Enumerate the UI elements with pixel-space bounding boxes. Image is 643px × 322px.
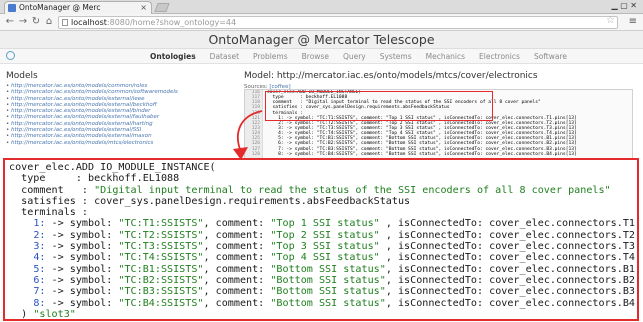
- terminal-comment: "Top 3 SSI status": [270, 241, 386, 253]
- terminal-line: 1: -> symbol: "TC:T1:SSISTS", comment: "…: [9, 218, 637, 229]
- code-header: cover_elec.ADD IO_MODULE_INSTANCE(: [9, 162, 216, 173]
- favicon-icon: [8, 4, 16, 12]
- highlight-box: [265, 91, 493, 121]
- terminal-symbol: "TC:T1:SSISTS": [118, 218, 204, 230]
- close-icon[interactable]: ×: [140, 2, 147, 14]
- code-terminals-line: terminals :: [21, 207, 89, 219]
- app-nav: Ontologies Dataset Problems Browse Query Syst…: [0, 49, 643, 64]
- footer-close: ): [21, 308, 28, 320]
- tab-software[interactable]: Software: [534, 49, 567, 64]
- terminal-connection: cover_elec.connectors.T1.pins: [489, 218, 639, 230]
- line-number-gutter: 116 117 118 119 120 121 122 123 124 125 126 127 128: [245, 90, 263, 158]
- tab-dataset[interactable]: Dataset: [210, 49, 239, 64]
- code-satisfies-line: satisfies : cover_sys.panelDesign.requir…: [21, 195, 411, 207]
- tab-mechanics[interactable]: Mechanics: [426, 49, 465, 64]
- line-number: 128: [251, 151, 260, 157]
- terminal-line: 5: -> symbol: "TC:B1:SSISTS", comment: "…: [9, 264, 637, 275]
- code-line: 8: -> symbol: "TC:B4:SSISTS", comment: "…: [267, 151, 577, 157]
- app-title: OntoManager @ Mercator Telescope: [0, 31, 643, 49]
- terminal-comment: "Bottom SSI status": [270, 297, 386, 309]
- tab-browse[interactable]: Browse: [302, 49, 329, 64]
- models-list: http://mercator.iac.es/onto/models/commo…: [6, 83, 226, 146]
- tab-problems[interactable]: Problems: [253, 49, 288, 64]
- terminal-connection: cover_elec.connectors.T4.pins: [489, 252, 639, 264]
- terminal-symbol: "TC:B1:SSISTS": [118, 263, 204, 275]
- tab-systems[interactable]: Systems: [380, 49, 412, 64]
- terminal-symbol: "TC:T2:SSISTS": [118, 229, 204, 241]
- terminal-line: 7: -> symbol: "TC:B3:SSISTS", comment: "…: [9, 286, 637, 297]
- terminal-symbol: "TC:T3:SSISTS": [118, 241, 204, 253]
- terminal-comment: "Bottom SSI status": [270, 263, 386, 275]
- model-title: Model: http://mercator.iac.es/onto/model…: [244, 71, 538, 81]
- satisfies-value: cover_sys.panelDesign.requirements.absFe…: [94, 195, 411, 207]
- app-nav-tabs: Ontologies Dataset Problems Browse Query Syst…: [150, 49, 581, 64]
- browser-tab-title: OntoManager @ Merc: [19, 3, 101, 12]
- zoomed-code-panel: cover_elec.ADD IO_MODULE_INSTANCE( type …: [3, 158, 639, 321]
- code-comment-line: comment : "Digital input terminal to rea…: [21, 184, 611, 196]
- terminal-index: 5:: [33, 263, 46, 275]
- terminal-comment: "Top 4 SSI status": [270, 252, 386, 264]
- type-value: beckhoff.EL1088: [88, 173, 180, 185]
- app-logo-icon[interactable]: [6, 51, 15, 60]
- terminal-index: 6:: [33, 274, 46, 286]
- terminal-line: 2: -> symbol: "TC:T2:SSISTS", comment: "…: [9, 230, 637, 241]
- terminals-key: terminals: [21, 207, 76, 219]
- browser-tab[interactable]: OntoManager @ Merc ×: [4, 1, 152, 14]
- terminal-symbol: "TC:B3:SSISTS": [118, 286, 204, 298]
- browser-tab-bar: OntoManager @ Merc × ▁ ▢ ✕: [0, 0, 643, 14]
- new-tab-button[interactable]: [154, 3, 170, 12]
- terminal-comment: "Bottom SSI status": [270, 274, 386, 286]
- terminal-connection: cover_elec.connectors.B2.pins: [489, 274, 639, 286]
- terminal-connection: cover_elec.connectors.B3.pins: [489, 286, 639, 298]
- terminal-symbol: "TC:B2:SSISTS": [118, 274, 204, 286]
- terminal-line: 6: -> symbol: "TC:B2:SSISTS", comment: "…: [9, 275, 637, 286]
- terminal-line: 3: -> symbol: "TC:T3:SSISTS", comment: "…: [9, 241, 637, 252]
- terminal-comment: "Bottom SSI status": [270, 286, 386, 298]
- code-footer-line: ) "slot3": [9, 308, 637, 320]
- terminal-line: 8: -> symbol: "TC:B4:SSISTS", comment: "…: [9, 298, 637, 309]
- terminal-index: 1:: [33, 218, 46, 230]
- browser-toolbar: ← → ↻ ⌂ localhost:8080/home?show_ontolog…: [0, 14, 643, 31]
- terminal-connection: cover_elec.connectors.T2.pins: [489, 229, 639, 241]
- url-host: localhost: [71, 18, 107, 27]
- terminal-comment: "Top 2 SSI status": [270, 229, 386, 241]
- comment-key: comment: [21, 184, 64, 196]
- code-type-line: type : beckhoff.EL1088: [21, 173, 180, 185]
- home-icon[interactable]: ⌂: [43, 16, 55, 28]
- address-bar[interactable]: localhost:8080/home?show_ontology=44: [58, 16, 618, 29]
- terminal-connection: cover_elec.connectors.B4.pins: [489, 297, 639, 309]
- reload-icon[interactable]: ↻: [30, 16, 42, 28]
- browser-menu-icon[interactable]: ≡: [629, 16, 637, 27]
- footer-string: "slot3": [33, 308, 76, 320]
- terminal-connection: cover_elec.connectors.B1.pins: [489, 263, 639, 275]
- bookmark-star-icon[interactable]: ☆: [606, 15, 615, 26]
- terminal-index: 2:: [33, 229, 46, 241]
- url-path: :8080/home?show_ontology=44: [106, 18, 237, 27]
- terminal-connection: cover_elec.connectors.T3.pins: [489, 241, 639, 253]
- terminal-comment: "Top 1 SSI status": [270, 218, 386, 230]
- terminal-symbol: "TC:T4:SSISTS": [118, 252, 204, 264]
- satisfies-key: satisfies: [21, 195, 76, 207]
- terminal-lines: 1: -> symbol: "TC:T1:SSISTS", comment: "…: [9, 218, 637, 308]
- tab-electronics[interactable]: Electronics: [479, 49, 520, 64]
- forward-icon[interactable]: →: [17, 16, 29, 28]
- model-link[interactable]: http://mercator.iac.es/onto/models/mtcs/…: [6, 140, 226, 146]
- back-icon[interactable]: ←: [4, 16, 16, 28]
- terminal-line: 4: -> symbol: "TC:T4:SSISTS", comment: "…: [9, 252, 637, 263]
- window-controls-icon[interactable]: ▁ ▢ ✕: [612, 1, 638, 10]
- terminal-index: 3:: [33, 241, 46, 253]
- type-key: type: [21, 173, 46, 185]
- source-code-preview[interactable]: 116 117 118 119 120 121 122 123 124 125 126 127 128 …: [244, 89, 633, 159]
- terminal-index: 8:: [33, 297, 46, 309]
- terminal-index: 7:: [33, 286, 46, 298]
- tab-query[interactable]: Query: [343, 49, 366, 64]
- comment-value: "Digital input terminal to read the stat…: [94, 184, 611, 196]
- terminal-index: 4:: [33, 252, 46, 264]
- tab-ontologies[interactable]: Ontologies: [150, 49, 196, 64]
- page-icon: [62, 19, 68, 26]
- models-title: Models: [6, 71, 38, 81]
- terminal-symbol: "TC:B4:SSISTS": [118, 297, 204, 309]
